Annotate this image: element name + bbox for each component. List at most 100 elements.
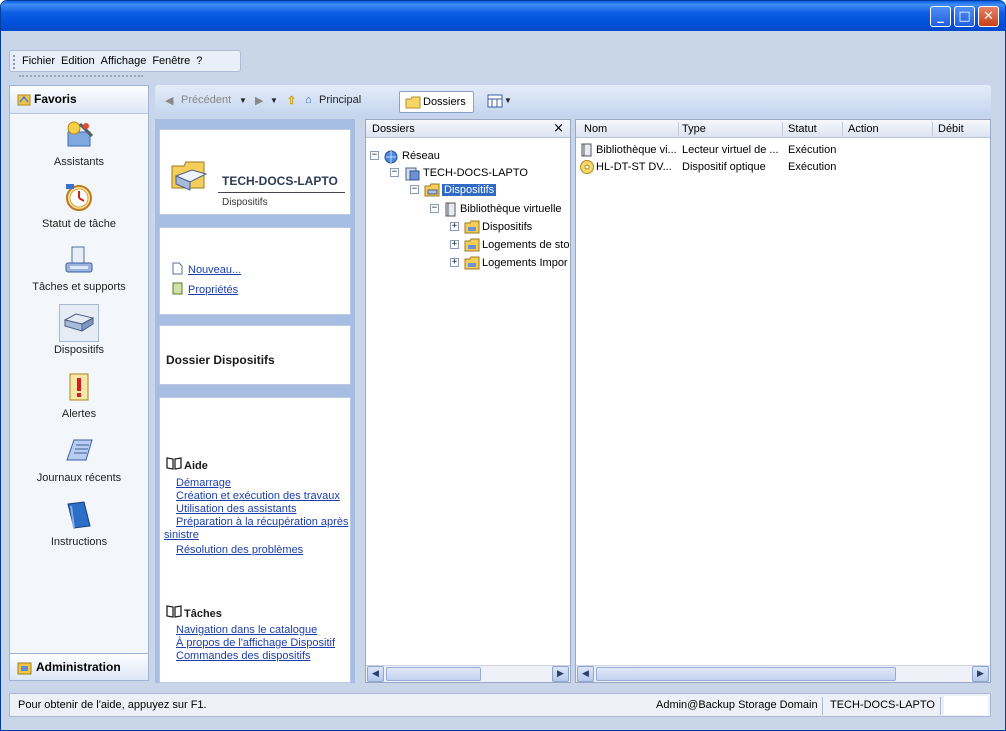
tree-scroll-thumb[interactable] [386, 667, 481, 681]
nav-label: Instructions [50, 536, 108, 548]
help-link-recovery-cont[interactable]: sinistre [164, 529, 199, 541]
nav-item-instructions[interactable]: Instructions [10, 496, 148, 548]
menu-fichier[interactable]: Fichier [22, 55, 55, 67]
collapse-icon[interactable]: − [390, 168, 399, 177]
folders-toggle-button[interactable]: Dossiers [399, 91, 474, 113]
folder-title: Dossier Dispositifs [166, 353, 275, 367]
view-options-icon[interactable] [487, 94, 503, 108]
column-status[interactable]: Statut [788, 123, 817, 135]
task-status-clock-icon [66, 184, 92, 211]
menu-grip[interactable] [13, 55, 16, 69]
expand-icon[interactable]: + [450, 258, 459, 267]
folder-icon [464, 238, 480, 252]
nav-item-assistants[interactable]: Assistants [10, 116, 148, 168]
column-throughput[interactable]: Débit [938, 123, 964, 135]
up-folder-icon[interactable]: ⇧ [287, 94, 296, 107]
tree-node-virtual-library[interactable]: − Bibliothèque virtuelle [368, 201, 568, 218]
expand-icon[interactable]: + [450, 222, 459, 231]
column-name[interactable]: Nom [584, 123, 607, 135]
status-user: Admin@Backup Storage Domain [656, 699, 818, 711]
forward-dropdown-icon[interactable]: ▼ [270, 96, 278, 105]
home-button[interactable]: Principal [319, 94, 361, 106]
status-server: TECH-DOCS-LAPTO [830, 699, 935, 711]
task-link-commands[interactable]: Commandes des dispositifs [176, 650, 311, 662]
task-link-catalog[interactable]: Navigation dans le catalogue [176, 624, 317, 636]
close-icon: ✕ [983, 9, 994, 24]
collapse-icon[interactable]: − [430, 204, 439, 213]
tree-node-devices[interactable]: − Dispositifs [368, 182, 568, 199]
properties-link[interactable]: Propriétés [188, 284, 238, 296]
tree-node-host[interactable]: − TECH-DOCS-LAPTO [368, 165, 568, 182]
menu-affichage[interactable]: Affichage [101, 55, 147, 67]
folder-drive-icon [171, 161, 208, 191]
task-pane: TECH-DOCS-LAPTO Dispositifs Nouveau... P… [155, 119, 355, 683]
administration-button[interactable]: Administration [9, 653, 149, 681]
alert-icon [69, 373, 89, 401]
favorites-header-label: Favoris [34, 92, 77, 106]
tree-node-network[interactable]: − Réseau [368, 148, 568, 165]
tree-node-storage-slots[interactable]: + Logements de sto [368, 237, 569, 254]
administration-label: Administration [36, 660, 121, 674]
nav-item-task-status[interactable]: Statut de tâche [10, 178, 148, 230]
folders-toggle-label: Dossiers [423, 96, 466, 108]
tree-node-label: Réseau [402, 150, 440, 162]
nav-item-devices[interactable]: Dispositifs [10, 304, 148, 356]
server-icon [405, 167, 420, 181]
scroll-right-icon[interactable]: ▶ [552, 666, 569, 682]
row-status: Exécution [788, 144, 837, 156]
menu-help[interactable]: ? [196, 55, 202, 67]
toolbar-grip-line[interactable] [19, 75, 143, 77]
back-icon[interactable]: ◀ [165, 94, 173, 107]
folder-icon [405, 96, 421, 109]
help-link-start[interactable]: Démarrage [176, 477, 231, 489]
list-horizontal-scrollbar[interactable]: ◀ ▶ [576, 665, 990, 682]
folder-icon [464, 256, 480, 270]
tree-node-label: Dispositifs [442, 184, 497, 196]
tree-header: Dossiers × [366, 120, 570, 138]
back-dropdown-icon[interactable]: ▼ [239, 96, 247, 105]
menu-edition[interactable]: Edition [61, 55, 95, 67]
minimize-button[interactable]: _ [930, 6, 951, 27]
expand-icon[interactable]: + [450, 240, 459, 249]
help-book-icon [166, 457, 182, 470]
collapse-icon[interactable]: − [410, 185, 419, 194]
devices-list-pane: Nom Type Statut Action Débit Bibliothèqu… [575, 119, 991, 683]
help-link-recovery[interactable]: Préparation à la récupération après [176, 516, 348, 528]
new-link[interactable]: Nouveau... [188, 264, 241, 276]
forward-icon[interactable]: ▶ [255, 94, 263, 107]
tree-node-import-slots[interactable]: + Logements Impor [368, 255, 568, 272]
help-link-troubleshoot[interactable]: Résolution des problèmes [176, 544, 303, 556]
main-toolbar: ◀ Précédent ▼ ▶ ▼ ⇧ ⌂ Principal Dossiers… [155, 85, 991, 117]
view-dropdown-icon[interactable]: ▼ [504, 96, 512, 105]
list-row[interactable]: HL-DT-ST DV... Dispositif optique Exécut… [576, 159, 990, 175]
favorites-header[interactable]: Favoris [10, 86, 148, 114]
library-icon [581, 143, 592, 157]
help-link-wizards[interactable]: Utilisation des assistants [176, 503, 296, 515]
tree-horizontal-scrollbar[interactable]: ◀ ▶ [366, 665, 570, 682]
scroll-left-icon[interactable]: ◀ [577, 666, 594, 682]
column-action[interactable]: Action [848, 123, 879, 135]
tree-node-library-devices[interactable]: + Dispositifs [368, 219, 568, 236]
task-link-about-view[interactable]: À propos de l'affichage Dispositif [176, 637, 335, 649]
help-link-jobs[interactable]: Création et exécution des travaux [176, 490, 340, 502]
collapse-icon[interactable]: − [370, 151, 379, 160]
home-icon[interactable]: ⌂ [305, 94, 312, 106]
nav-label: Alertes [61, 408, 97, 420]
list-scroll-thumb[interactable] [596, 667, 896, 681]
wizard-icon [67, 121, 94, 147]
nav-item-alerts[interactable]: Alertes [10, 368, 148, 420]
column-type[interactable]: Type [682, 123, 706, 135]
back-button[interactable]: Précédent [181, 94, 231, 106]
list-row[interactable]: Bibliothèque vi... Lecteur virtuel de ..… [576, 142, 990, 158]
tree-close-icon[interactable]: × [553, 121, 564, 136]
scroll-right-icon[interactable]: ▶ [972, 666, 989, 682]
row-type: Dispositif optique [682, 161, 766, 173]
scroll-left-icon[interactable]: ◀ [367, 666, 384, 682]
menu-fenetre[interactable]: Fenêtre [152, 55, 190, 67]
maximize-button[interactable]: □ [954, 6, 975, 27]
close-window-button[interactable]: ✕ [978, 6, 999, 27]
tasks-media-icon [65, 246, 93, 273]
title-bar[interactable]: _ □ ✕ [1, 1, 1005, 31]
nav-item-tasks-media[interactable]: Tâches et supports [10, 241, 148, 293]
nav-item-recent-logs[interactable]: Journaux récents [10, 432, 148, 484]
